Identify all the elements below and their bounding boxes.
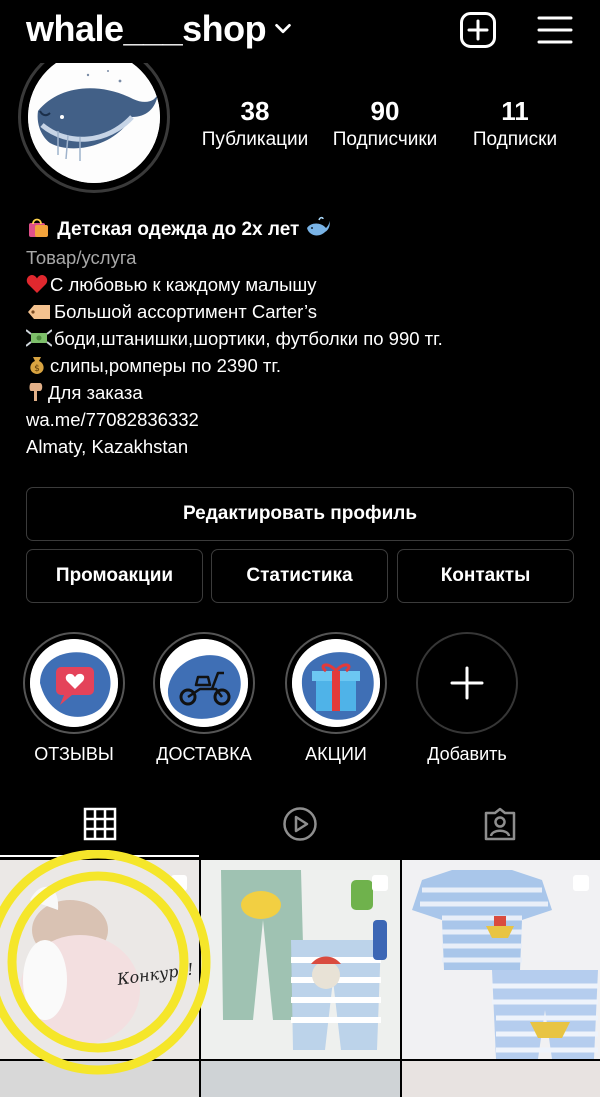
hamburger-menu-icon[interactable] xyxy=(536,11,574,49)
highlight-label: Добавить xyxy=(427,744,507,764)
bio-line: Для заказа xyxy=(26,379,586,406)
account-switcher[interactable]: whale___shop xyxy=(26,8,294,50)
bio-name-line: Детская одежда до 2х лет xyxy=(26,216,586,244)
reels-play-icon[interactable] xyxy=(282,806,318,842)
chevron-down-icon xyxy=(275,23,291,34)
stat-following[interactable]: 11 Подписки xyxy=(450,96,580,154)
bio-line: $ слипы,ромперы по 2390 тг. xyxy=(26,352,586,379)
post-thumbnail[interactable] xyxy=(402,1061,600,1097)
bio-line: Большой ассортимент Carter’s xyxy=(26,298,586,325)
scooter-icon xyxy=(160,639,248,727)
profile-name: Детская одежда до 2х лет xyxy=(57,219,300,240)
profile-bio: Детская одежда до 2х лет Товар/услуга С … xyxy=(26,216,586,460)
label-tag-icon xyxy=(28,305,50,319)
point-down-icon xyxy=(29,383,43,401)
money-bag-icon: $ xyxy=(30,357,44,374)
username: whale___shop xyxy=(26,8,267,49)
shopping-bags-icon xyxy=(29,218,48,237)
stat-posts[interactable]: 38 Публикации xyxy=(190,96,320,154)
highlight-label: АКЦИИ xyxy=(305,744,367,764)
stat-followers[interactable]: 90 Подписчики xyxy=(320,96,450,154)
tagged-person-icon[interactable] xyxy=(482,806,518,842)
whale-icon xyxy=(306,216,330,236)
insights-button[interactable]: Статистика xyxy=(211,549,388,603)
stat-posts-label: Публикации xyxy=(201,129,309,150)
multiple-photos-icon xyxy=(372,875,388,891)
bio-link[interactable]: wa.me/77082836332 xyxy=(26,406,586,433)
red-heart-icon xyxy=(26,275,48,293)
highlight-delivery[interactable]: ДОСТАВКА xyxy=(148,632,260,765)
highlight-label: ДОСТАВКА xyxy=(156,744,252,764)
profile-avatar[interactable] xyxy=(18,63,170,193)
plus-icon xyxy=(450,666,484,700)
money-with-wings-icon xyxy=(26,329,52,347)
speech-heart-icon xyxy=(30,639,118,727)
profile-category: Товар/услуга xyxy=(26,247,137,268)
bio-location[interactable]: Almaty, Kazakhstan xyxy=(26,433,586,460)
profile-tabs xyxy=(0,800,600,856)
stat-followers-label: Подписчики xyxy=(332,129,438,150)
promotions-button[interactable]: Промоакции xyxy=(26,549,203,603)
profile-stats: 38 Публикации 90 Подписчики 11 Подписки xyxy=(190,96,580,154)
multiple-photos-icon xyxy=(573,875,589,891)
svg-text:$: $ xyxy=(34,364,40,374)
post-thumbnail[interactable]: Конкурс! xyxy=(0,860,199,1059)
post-thumbnail[interactable] xyxy=(201,1061,400,1097)
highlight-reviews[interactable]: ОТЗЫВЫ xyxy=(18,632,130,765)
contacts-button[interactable]: Контакты xyxy=(397,549,574,603)
grid-icon[interactable] xyxy=(82,806,118,842)
gift-icon xyxy=(292,639,380,727)
highlight-add-new[interactable]: Добавить xyxy=(411,632,523,765)
post-thumbnail[interactable] xyxy=(0,1061,199,1097)
stat-posts-count: 38 xyxy=(240,96,270,126)
edit-profile-button[interactable]: Редактировать профиль xyxy=(26,487,574,541)
bio-line: С любовью к каждому малышу xyxy=(26,271,586,298)
highlight-label: ОТЗЫВЫ xyxy=(34,744,114,764)
profile-header: whale___shop xyxy=(0,0,600,62)
active-tab-indicator xyxy=(0,855,199,857)
bio-line: боди,штанишки,шортики, футболки по 990 т… xyxy=(26,325,586,352)
stat-followers-count: 90 xyxy=(370,96,400,126)
plus-square-icon[interactable] xyxy=(459,11,497,49)
highlight-promos[interactable]: АКЦИИ xyxy=(280,632,392,765)
multiple-photos-icon xyxy=(171,875,187,891)
post-thumbnail[interactable] xyxy=(201,860,400,1059)
post-thumbnail[interactable] xyxy=(402,860,600,1059)
stat-following-label: Подписки xyxy=(472,129,558,150)
stat-following-count: 11 xyxy=(501,96,529,126)
